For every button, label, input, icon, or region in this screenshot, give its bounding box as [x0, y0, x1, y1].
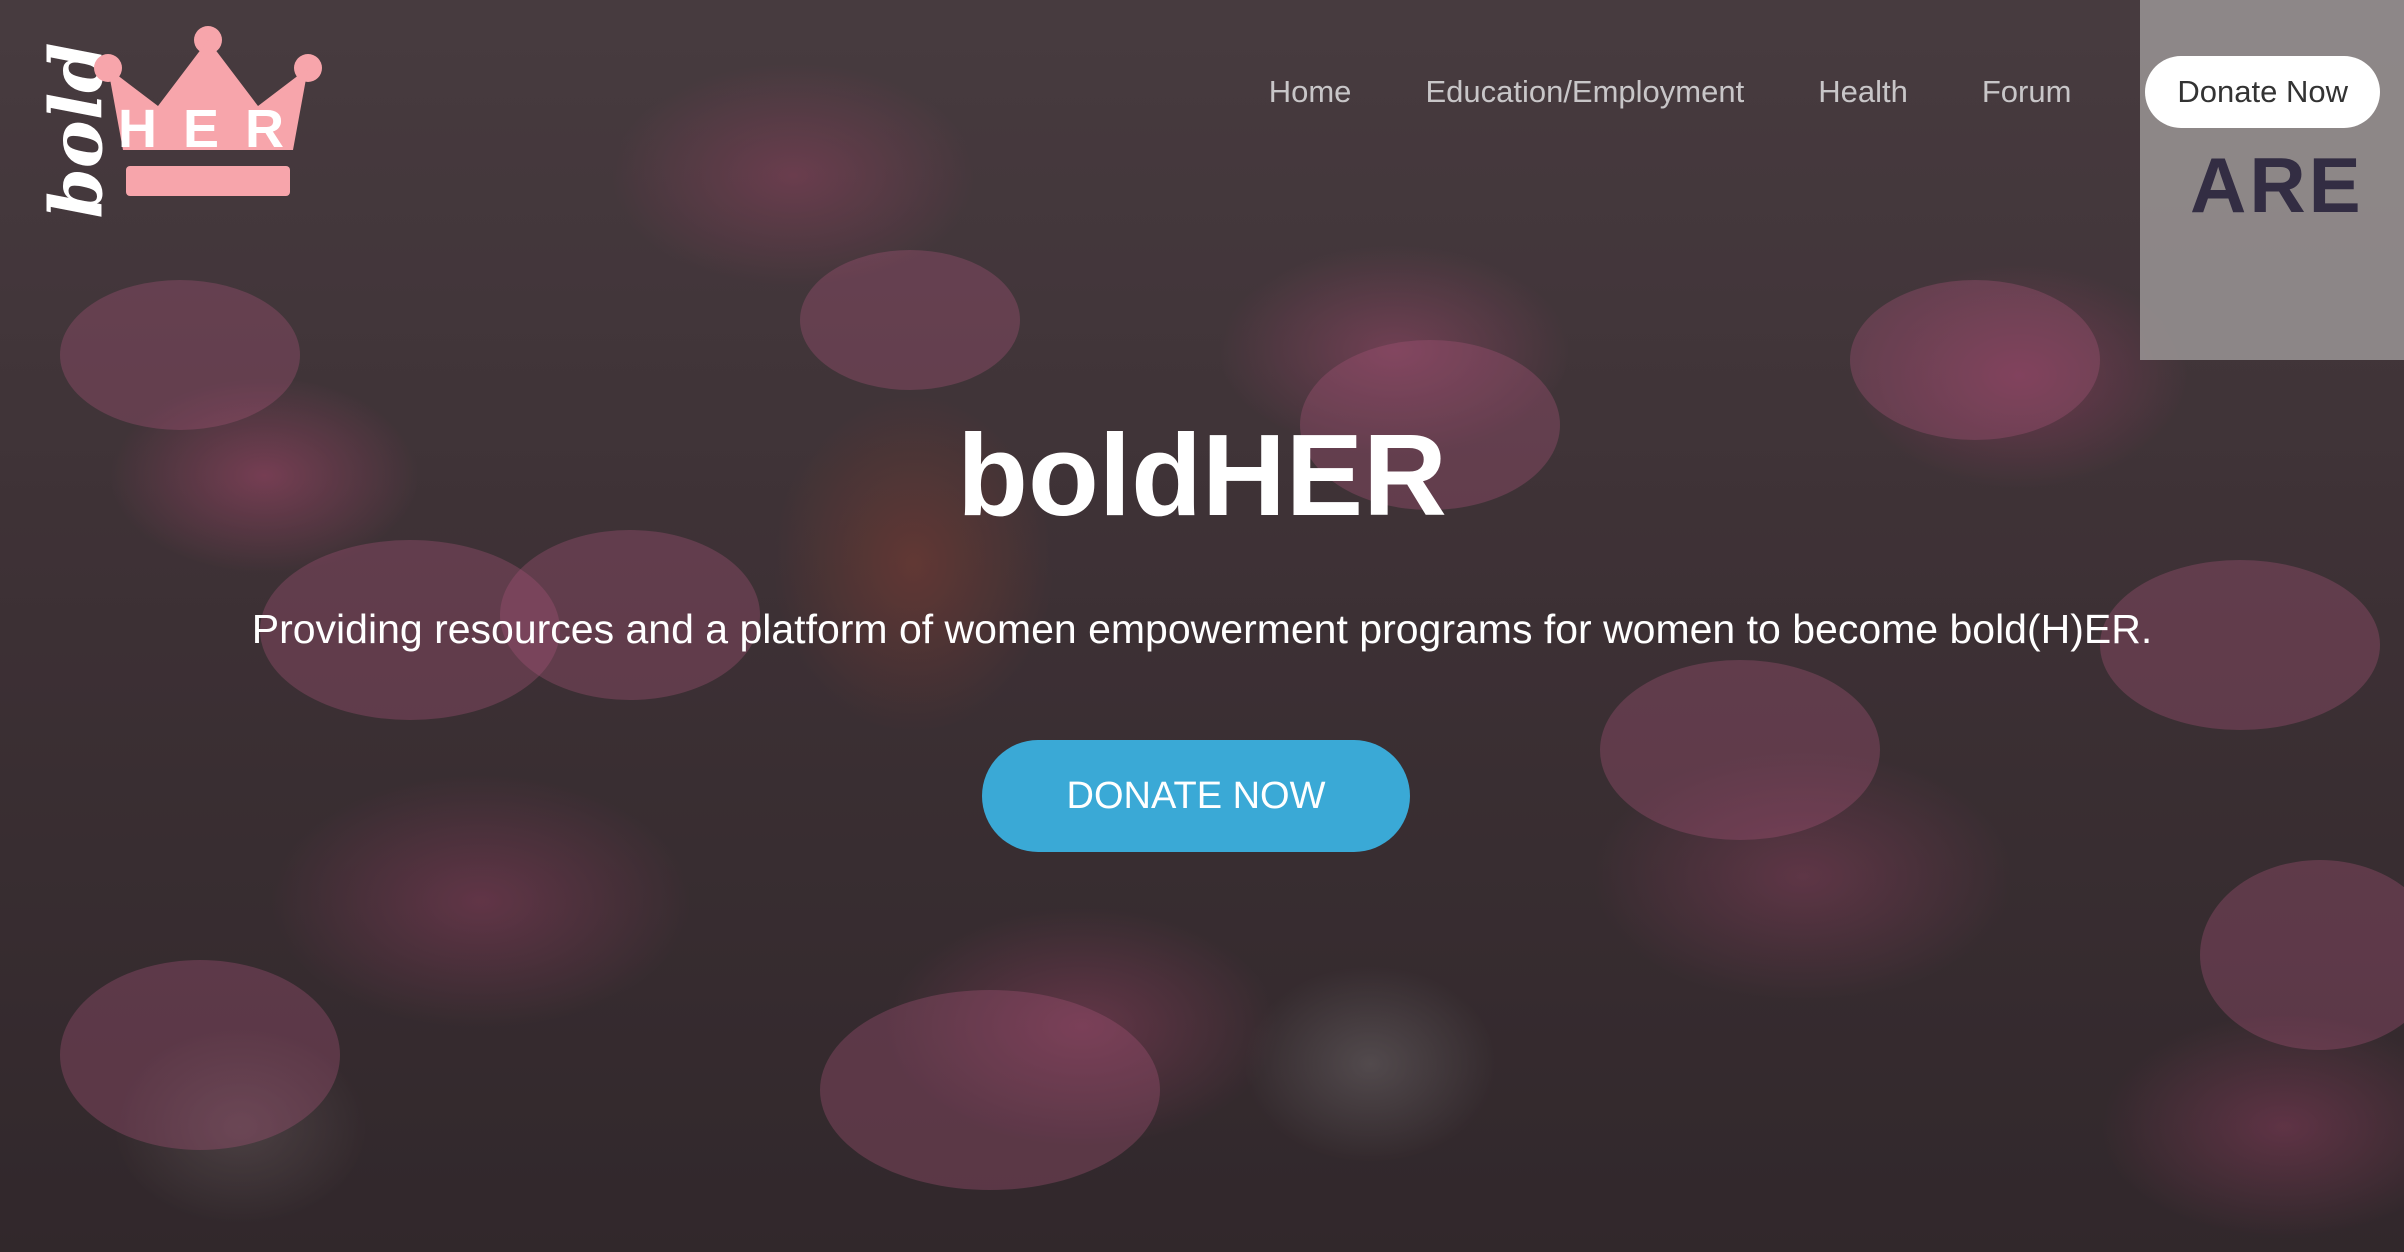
donate-now-button[interactable]: DONATE NOW: [982, 740, 1410, 852]
nav-education-employment[interactable]: Education/Employment: [1425, 74, 1744, 110]
logo-letters: HER: [117, 99, 310, 159]
nav-home[interactable]: Home: [1269, 74, 1352, 110]
hero-title: boldHER: [957, 410, 1447, 540]
nav-forum[interactable]: Forum: [1982, 74, 2072, 110]
nav-health[interactable]: Health: [1818, 74, 1908, 110]
site-logo[interactable]: bold HER: [14, 26, 322, 219]
nav-donate-button[interactable]: Donate Now: [2145, 56, 2380, 128]
hero-subtitle: Providing resources and a platform of wo…: [251, 606, 2153, 652]
main-nav: Home Education/Employment Health Forum D…: [1269, 56, 2380, 128]
